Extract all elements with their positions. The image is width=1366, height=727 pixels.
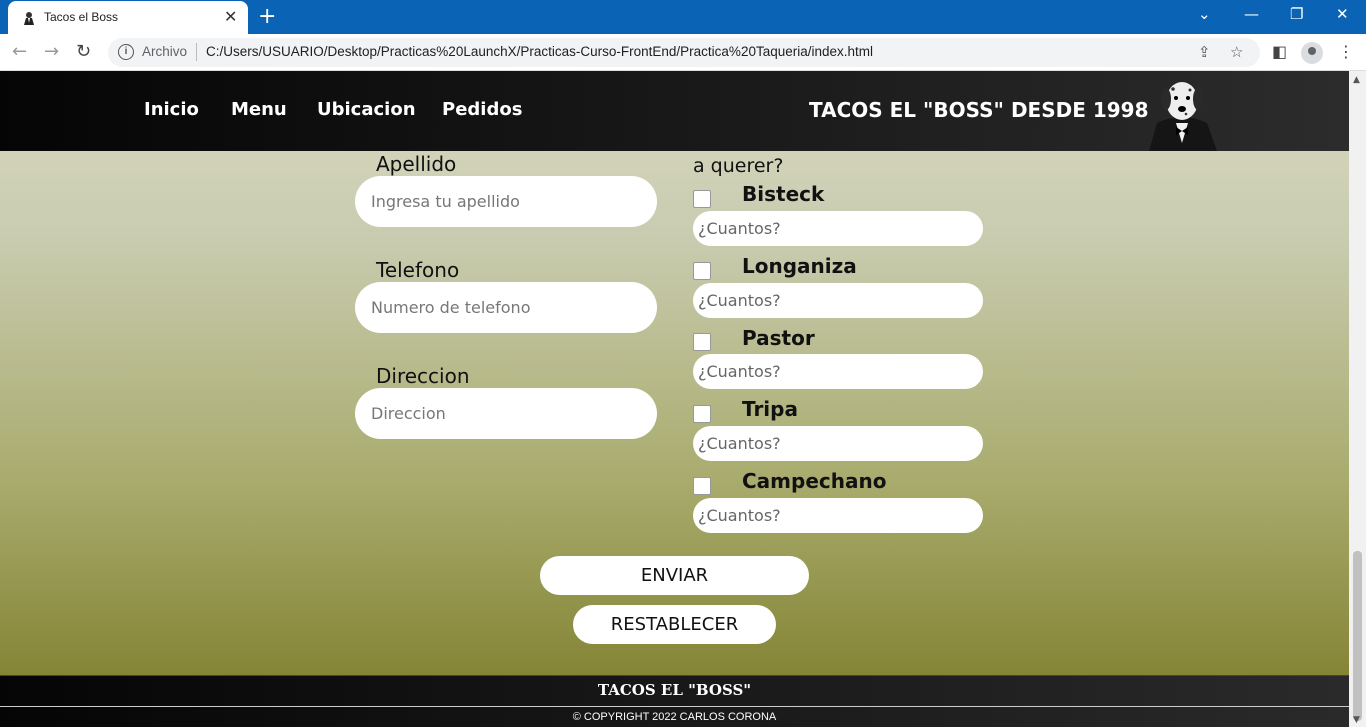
bookmark-star-icon[interactable]: ☆ — [1230, 43, 1243, 61]
restore-icon[interactable]: ❐ — [1290, 5, 1303, 23]
pastor-label: Pastor — [742, 326, 815, 350]
longaniza-quantity-input[interactable] — [693, 283, 983, 318]
footer-title: TACOS EL "BOSS" — [597, 681, 752, 699]
page-scrollbar[interactable]: ▲ ▼ — [1349, 71, 1366, 727]
pastor-checkbox[interactable] — [693, 333, 711, 351]
scrollbar-thumb[interactable] — [1353, 551, 1362, 721]
campechano-label: Campechano — [742, 469, 887, 493]
tuxedo-favicon-icon — [24, 12, 34, 25]
telefono-input[interactable] — [355, 282, 657, 333]
tripa-checkbox[interactable] — [693, 405, 711, 423]
dalmatian-tuxedo-logo — [1149, 82, 1217, 151]
reset-button[interactable]: RESTABLECER — [573, 605, 776, 644]
profile-avatar-icon[interactable] — [1301, 42, 1323, 64]
browser-tab[interactable]: Tacos el Boss ✕ — [8, 1, 248, 34]
longaniza-label: Longaniza — [742, 254, 857, 278]
menu-kebab-icon[interactable]: ⋮ — [1338, 42, 1354, 61]
site-footer: TACOS EL "BOSS" © COPYRIGHT 2022 CARLOS … — [0, 675, 1349, 727]
page-viewport: Inicio Menu Ubicacion Pedidos TACOS EL "… — [0, 71, 1349, 727]
url-text[interactable]: C:/Users/USUARIO/Desktop/Practicas%20Lau… — [206, 44, 873, 59]
tab-search-icon[interactable]: ⌄ — [1198, 5, 1211, 23]
share-icon[interactable]: ⇪ — [1198, 43, 1211, 61]
bisteck-label: Bisteck — [742, 182, 825, 206]
forward-arrow-icon[interactable]: → — [44, 41, 59, 62]
submit-button[interactable]: ENVIAR — [540, 556, 809, 595]
tab-close-icon[interactable]: ✕ — [224, 7, 237, 26]
nav-link-menu[interactable]: Menu — [231, 99, 287, 120]
side-panel-icon[interactable]: ◧ — [1272, 42, 1287, 61]
telefono-label: Telefono — [376, 258, 460, 282]
browser-tab-bar: Tacos el Boss ✕ + ⌄ — ❐ ✕ — [0, 0, 1366, 34]
window-close-icon[interactable]: ✕ — [1336, 5, 1349, 23]
bisteck-quantity-input[interactable] — [693, 211, 983, 246]
nav-link-ubicacion[interactable]: Ubicacion — [317, 99, 416, 120]
tacos-question: a querer? — [693, 155, 784, 177]
pastor-quantity-input[interactable] — [693, 354, 983, 389]
bisteck-checkbox[interactable] — [693, 190, 711, 208]
nav-link-pedidos[interactable]: Pedidos — [442, 99, 522, 120]
scroll-down-arrow-icon[interactable]: ▼ — [1353, 715, 1360, 725]
origin-label: Archivo — [142, 44, 188, 59]
omnibox-divider — [196, 43, 197, 61]
scroll-up-arrow-icon[interactable]: ▲ — [1353, 75, 1360, 85]
tripa-label: Tripa — [742, 397, 798, 421]
campechano-quantity-input[interactable] — [693, 498, 983, 533]
minimize-icon[interactable]: — — [1244, 5, 1259, 23]
footer-divider — [0, 706, 1349, 707]
direccion-label: Direccion — [376, 364, 470, 388]
browser-toolbar: ← → ↻ i Archivo C:/Users/USUARIO/Desktop… — [0, 34, 1366, 71]
apellido-input[interactable] — [355, 176, 657, 227]
address-bar[interactable]: i Archivo C:/Users/USUARIO/Desktop/Pract… — [108, 38, 1260, 67]
back-arrow-icon[interactable]: ← — [12, 41, 27, 62]
new-tab-button[interactable]: + — [258, 4, 276, 29]
info-icon[interactable]: i — [118, 44, 134, 60]
reload-icon[interactable]: ↻ — [76, 41, 91, 62]
footer-copyright: © COPYRIGHT 2022 CARLOS CORONA — [572, 711, 777, 723]
tripa-quantity-input[interactable] — [693, 426, 983, 461]
tab-title: Tacos el Boss — [44, 10, 119, 24]
longaniza-checkbox[interactable] — [693, 262, 711, 280]
apellido-label: Apellido — [376, 152, 457, 176]
nav-link-inicio[interactable]: Inicio — [144, 99, 199, 120]
campechano-checkbox[interactable] — [693, 477, 711, 495]
site-brand-title: TACOS EL "BOSS" DESDE 1998 — [809, 98, 1149, 122]
site-header: Inicio Menu Ubicacion Pedidos TACOS EL "… — [0, 71, 1349, 151]
direccion-input[interactable] — [355, 388, 657, 439]
